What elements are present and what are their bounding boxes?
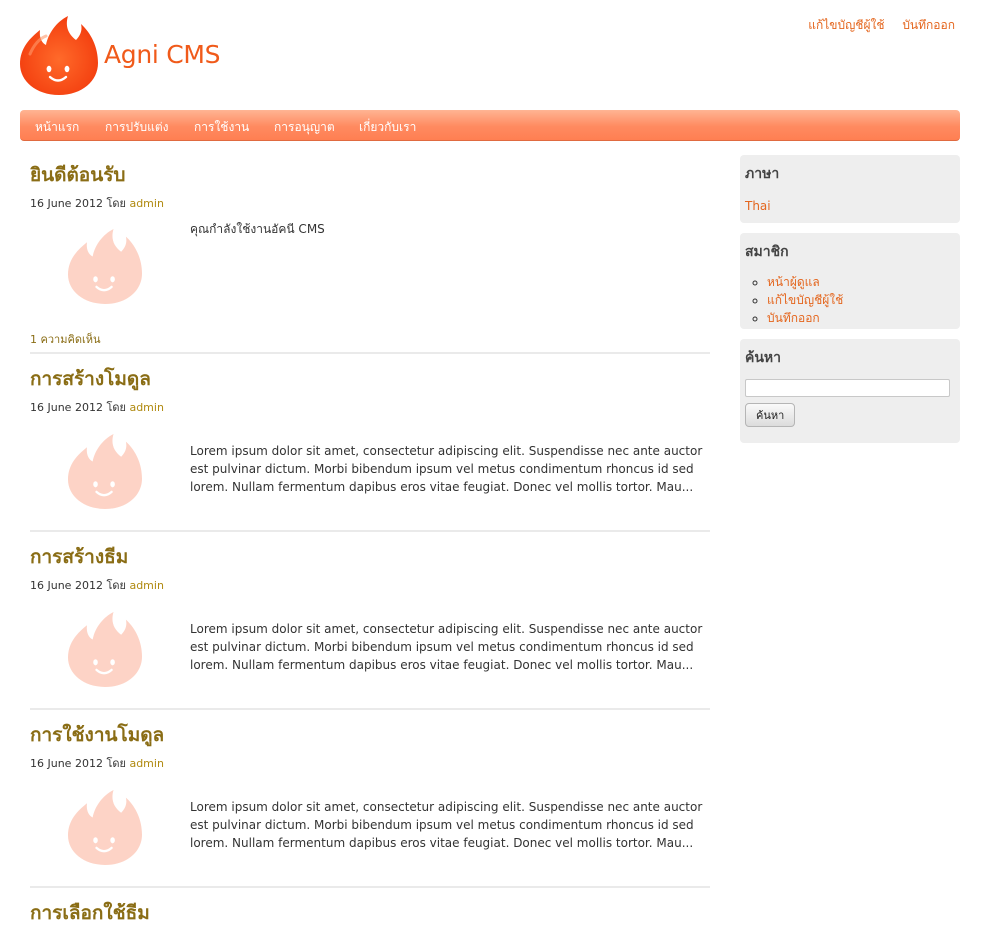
member-box: สมาชิก หน้าผู้ดูแล แก้ไขบัญชีผู้ใช้ บันท…	[740, 233, 960, 329]
post-title[interactable]: การสร้างธีม	[30, 542, 128, 572]
post-author-link[interactable]: admin	[129, 401, 163, 414]
post-author-link[interactable]: admin	[129, 757, 163, 770]
post-date: 16 June 2012	[30, 197, 103, 210]
top-link-edit-account[interactable]: แก้ไขบัญชีผู้ใช้	[808, 18, 884, 32]
post-meta: 16 June 2012 โดย admin	[30, 754, 164, 772]
post-title[interactable]: การเลือกใช้ธีม	[30, 898, 150, 928]
search-box-title: ค้นหา	[745, 350, 782, 366]
search-box: ค้นหา ค้นหา	[740, 339, 960, 443]
language-box: ภาษา Thai	[740, 155, 960, 223]
member-links-list: หน้าผู้ดูแล แก้ไขบัญชีผู้ใช้ บันทึกออก	[745, 273, 954, 327]
top-link-logout[interactable]: บันทึกออก	[902, 18, 955, 32]
sidebar: ภาษา Thai สมาชิก หน้าผู้ดูแล แก้ไขบัญชีผ…	[740, 155, 960, 453]
post-by-label: โดย	[106, 401, 126, 414]
post-date: 16 June 2012	[30, 579, 103, 592]
nav-item-about[interactable]: เกี่ยวกับเรา	[359, 118, 416, 137]
agni-flame-logo-icon[interactable]	[20, 14, 98, 96]
post-item: ยินดีต้อนรับ 16 June 2012 โดย admin คุณก…	[30, 150, 710, 354]
flame-thumbnail-icon[interactable]	[68, 609, 142, 689]
nav-item-customize[interactable]: การปรับแต่ง	[105, 118, 169, 137]
post-author-link[interactable]: admin	[129, 197, 163, 210]
list-item: แก้ไขบัญชีผู้ใช้	[767, 291, 954, 309]
post-date: 16 June 2012	[30, 757, 103, 770]
post-by-label: โดย	[106, 579, 126, 592]
post-excerpt: คุณกำลังใช้งานอัคนี CMS	[190, 222, 325, 236]
nav-item-home[interactable]: หน้าแรก	[35, 118, 79, 137]
post-title[interactable]: การใช้งานโมดูล	[30, 720, 164, 750]
flame-thumbnail-icon[interactable]	[68, 226, 142, 306]
post-excerpt: Lorem ipsum dolor sit amet, consectetur …	[190, 622, 703, 672]
post-excerpt: Lorem ipsum dolor sit amet, consectetur …	[190, 444, 703, 494]
flame-thumbnail-icon[interactable]	[68, 787, 142, 867]
language-box-title: ภาษา	[745, 166, 780, 182]
post-by-label: โดย	[106, 757, 126, 770]
nav-item-license[interactable]: การอนุญาต	[274, 118, 335, 137]
post-excerpt: Lorem ipsum dolor sit amet, consectetur …	[190, 800, 703, 850]
post-title[interactable]: ยินดีต้อนรับ	[30, 160, 125, 190]
post-item: การสร้างโมดูล 16 June 2012 โดย admin Lor…	[30, 354, 710, 532]
nav-item-usage[interactable]: การใช้งาน	[194, 118, 249, 137]
flame-thumbnail-icon[interactable]	[68, 431, 142, 511]
site-header: Agni CMS แก้ไขบัญชีผู้ใช้ บันทึกออก	[0, 0, 983, 108]
post-meta: 16 June 2012 โดย admin	[30, 194, 164, 212]
post-meta: 16 June 2012 โดย admin	[30, 398, 164, 416]
member-link-admin-page[interactable]: หน้าผู้ดูแล	[767, 275, 820, 289]
list-item: หน้าผู้ดูแล	[767, 273, 954, 291]
post-author-link[interactable]: admin	[129, 579, 163, 592]
post-date: 16 June 2012	[30, 401, 103, 414]
language-link-thai[interactable]: Thai	[745, 199, 771, 213]
post-item: การเลือกใช้ธีม	[30, 888, 710, 928]
post-by-label: โดย	[106, 197, 126, 210]
list-item: บันทึกออก	[767, 309, 954, 327]
post-title[interactable]: การสร้างโมดูล	[30, 364, 151, 394]
site-title[interactable]: Agni CMS	[104, 40, 221, 69]
main-nav-bar: หน้าแรก การปรับแต่ง การใช้งาน การอนุญาต …	[20, 110, 960, 141]
member-box-title: สมาชิก	[745, 244, 789, 260]
search-button[interactable]: ค้นหา	[745, 403, 796, 427]
top-user-links: แก้ไขบัญชีผู้ใช้ บันทึกออก	[794, 16, 955, 35]
search-input[interactable]	[745, 379, 950, 397]
post-item: การสร้างธีม 16 June 2012 โดย admin Lorem…	[30, 532, 710, 710]
post-meta: 16 June 2012 โดย admin	[30, 576, 164, 594]
member-link-logout[interactable]: บันทึกออก	[767, 311, 820, 325]
member-link-edit-account[interactable]: แก้ไขบัญชีผู้ใช้	[767, 293, 843, 307]
post-item: การใช้งานโมดูล 16 June 2012 โดย admin Lo…	[30, 710, 710, 888]
post-comments-link[interactable]: 1 ความคิดเห็น	[30, 330, 101, 348]
